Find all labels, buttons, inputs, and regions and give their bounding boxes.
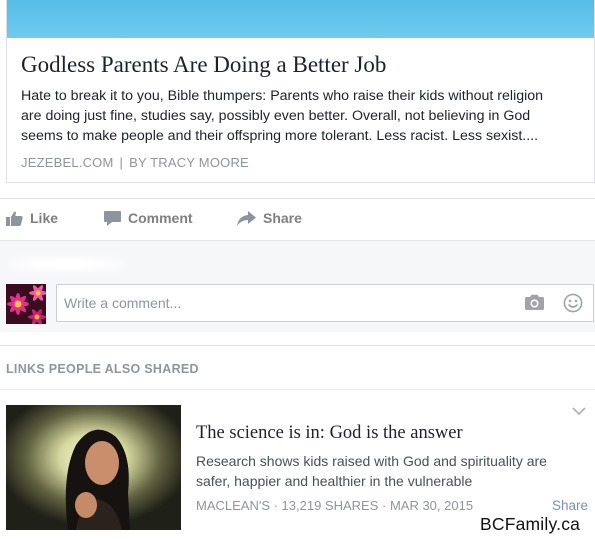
- link-preview-image[interactable]: [7, 0, 594, 38]
- related-links-section: LINKS PEOPLE ALSO SHARED The science is …: [0, 345, 595, 539]
- thumbs-up-icon: [6, 211, 23, 226]
- link-preview-title[interactable]: Godless Parents Are Doing a Better Job: [21, 52, 386, 78]
- source-byline: BY TRACY MOORE: [129, 155, 249, 170]
- related-link-title[interactable]: The science is in: God is the answer: [196, 423, 463, 444]
- comment-input[interactable]: Write a comment...: [56, 284, 594, 322]
- link-preview-card[interactable]: Godless Parents Are Doing a Better Job H…: [6, 0, 595, 183]
- comments-section: Write a comment...: [0, 240, 595, 332]
- post-action-bar: Like Comment Share: [0, 198, 595, 239]
- share-arrow-icon: [237, 210, 256, 226]
- watermark: BCFamily.ca: [480, 514, 581, 534]
- flower-avatar-image: [6, 284, 46, 324]
- smiley-icon[interactable]: [563, 293, 583, 313]
- like-button[interactable]: Like: [6, 210, 58, 226]
- related-links-heading: LINKS PEOPLE ALSO SHARED: [6, 362, 199, 376]
- like-label: Like: [30, 210, 59, 226]
- praying-woman-image: [6, 405, 181, 530]
- link-preview-source: JEZEBEL.COM | BY TRACY MOORE: [21, 155, 249, 170]
- avatar[interactable]: [6, 284, 46, 324]
- blurred-commenter-name: [8, 255, 126, 273]
- link-preview-description: Hate to break it to you, Bible thumpers:…: [21, 88, 544, 144]
- share-button[interactable]: Share: [237, 210, 302, 226]
- chevron-down-icon[interactable]: [572, 407, 586, 416]
- divider: [0, 389, 595, 390]
- source-separator: |: [119, 155, 124, 170]
- comment-label: Comment: [128, 210, 193, 226]
- source-domain: JEZEBEL.COM: [21, 155, 114, 170]
- comment-button[interactable]: Comment: [104, 210, 193, 226]
- related-link-meta: MACLEAN'S · 13,219 SHARES · MAR 30, 2015: [196, 498, 474, 513]
- camera-icon[interactable]: [525, 294, 544, 310]
- share-label: Share: [263, 210, 302, 226]
- related-link-description: Research shows kids raised with God and …: [196, 453, 547, 489]
- related-link-thumbnail[interactable]: [6, 405, 181, 530]
- comment-icon: [104, 210, 121, 226]
- related-share-link[interactable]: Share: [552, 498, 588, 513]
- comment-placeholder: Write a comment...: [64, 295, 182, 311]
